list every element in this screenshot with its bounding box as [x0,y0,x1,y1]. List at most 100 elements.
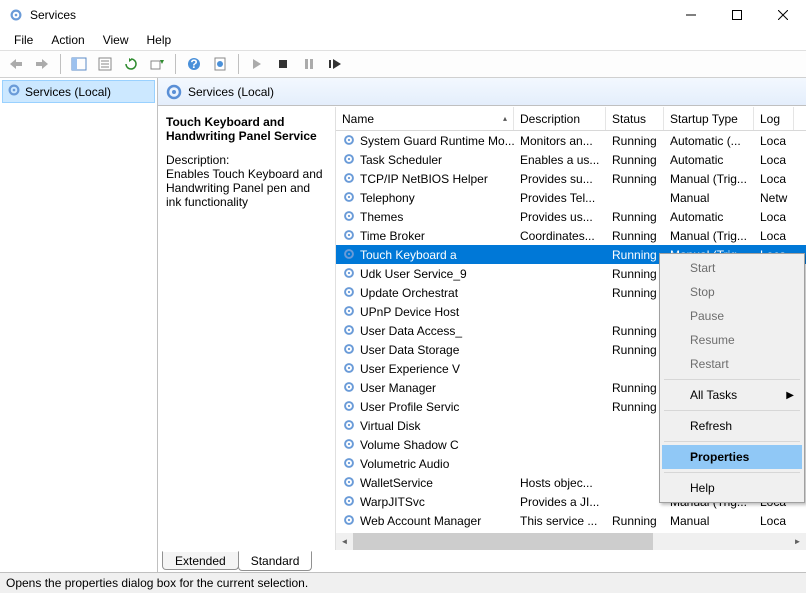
sort-asc-icon: ▴ [503,114,507,123]
description-text: Enables Touch Keyboard and Handwriting P… [166,167,325,209]
menubar: File Action View Help [0,30,806,50]
table-row[interactable]: Task SchedulerEnables a us...RunningAuto… [336,150,806,169]
minimize-button[interactable] [668,0,714,30]
service-desc-cell: Hosts objec... [514,476,606,490]
ctx-help[interactable]: Help [662,476,802,500]
content-area: Services (Local) Services (Local) Touch … [0,78,806,572]
service-name-cell: User Experience V [360,362,460,376]
service-name-cell: Touch Keyboard a [360,248,457,262]
column-description[interactable]: Description [514,107,606,130]
column-status[interactable]: Status [606,107,664,130]
service-name-cell: Task Scheduler [360,153,442,167]
refresh-button[interactable] [119,52,143,76]
table-row[interactable]: Web Account ManagerThis service ...Runni… [336,511,806,530]
horizontal-scrollbar[interactable]: ◄ ► [336,533,806,550]
ctx-separator [664,379,800,380]
panel-body: Touch Keyboard and Handwriting Panel Ser… [158,106,806,550]
pause-service-button[interactable] [297,52,321,76]
ctx-restart[interactable]: Restart [662,352,802,376]
ctx-separator [664,441,800,442]
ctx-separator [664,410,800,411]
table-row[interactable]: TelephonyProvides Tel...ManualNetw [336,188,806,207]
table-row[interactable]: Time BrokerCoordinates...RunningManual (… [336,226,806,245]
service-icon [342,399,358,415]
menu-file[interactable]: File [6,31,41,49]
column-log[interactable]: Log [754,107,794,130]
service-icon [342,190,358,206]
service-icon [342,361,358,377]
service-log-cell: Loca [754,153,794,167]
menu-view[interactable]: View [95,31,137,49]
service-log-cell: Loca [754,172,794,186]
start-service-button[interactable] [245,52,269,76]
table-row[interactable]: System Guard Runtime Mo...Monitors an...… [336,131,806,150]
maximize-button[interactable] [714,0,760,30]
service-type-cell: Automatic (... [664,134,754,148]
service-name-cell: Web Account Manager [360,514,481,528]
service-name-cell: User Manager [360,381,436,395]
details-panel: Services (Local) Touch Keyboard and Hand… [158,78,806,572]
properties-toolbar-button[interactable] [93,52,117,76]
service-desc-cell: Enables a us... [514,153,606,167]
ctx-pause[interactable]: Pause [662,304,802,328]
selected-service-name: Touch Keyboard and Handwriting Panel Ser… [166,115,325,143]
service-icon [342,304,358,320]
scroll-thumb[interactable] [353,533,653,550]
list-header: Name▴ Description Status Startup Type Lo… [336,107,806,131]
menu-help[interactable]: Help [139,31,180,49]
toolbar-separator [238,54,239,74]
service-type-cell: Manual (Trig... [664,229,754,243]
back-button[interactable] [4,52,28,76]
column-name[interactable]: Name▴ [336,107,514,130]
service-name-cell: Themes [360,210,403,224]
column-startup-type[interactable]: Startup Type [664,107,754,130]
service-icon [342,380,358,396]
service-icon [342,133,358,149]
stop-service-button[interactable] [271,52,295,76]
service-name-cell: TCP/IP NetBIOS Helper [360,172,488,186]
service-log-cell: Loca [754,229,794,243]
service-name-cell: User Data Storage [360,343,459,357]
ctx-separator [664,472,800,473]
ctx-all-tasks[interactable]: All Tasks▶ [662,383,802,407]
statusbar: Opens the properties dialog box for the … [0,572,806,593]
service-desc-cell: This service ... [514,514,606,528]
service-icon [342,437,358,453]
tab-extended[interactable]: Extended [162,551,239,570]
restart-service-button[interactable] [323,52,347,76]
export-button[interactable] [145,52,169,76]
tab-standard[interactable]: Standard [238,551,313,571]
service-icon [342,266,358,282]
window-controls [668,0,806,30]
service-status-cell: Running [606,210,664,224]
ctx-start[interactable]: Start [662,256,802,280]
panel-header: Services (Local) [158,78,806,106]
scroll-right-button[interactable]: ► [789,533,806,550]
service-name-cell: Update Orchestrat [360,286,458,300]
services-tree-icon [7,83,21,100]
tree-item-services-local[interactable]: Services (Local) [2,80,155,103]
ctx-refresh[interactable]: Refresh [662,414,802,438]
panel-header-title: Services (Local) [188,85,274,99]
menu-action[interactable]: Action [43,31,92,49]
ctx-stop[interactable]: Stop [662,280,802,304]
statusbar-text: Opens the properties dialog box for the … [6,576,308,590]
scroll-left-button[interactable]: ◄ [336,533,353,550]
help-button[interactable]: ? [182,52,206,76]
tree-item-label: Services (Local) [25,85,111,99]
toolbar-separator [60,54,61,74]
service-status-cell: Running [606,286,664,300]
table-row[interactable]: TCP/IP NetBIOS HelperProvides su...Runni… [336,169,806,188]
forward-button[interactable] [30,52,54,76]
ctx-resume[interactable]: Resume [662,328,802,352]
ctx-properties[interactable]: Properties [662,445,802,469]
help-doc-button[interactable] [208,52,232,76]
table-row[interactable]: ThemesProvides us...RunningAutomaticLoca [336,207,806,226]
service-icon [342,228,358,244]
service-status-cell: Running [606,381,664,395]
show-hide-tree-button[interactable] [67,52,91,76]
submenu-arrow-icon: ▶ [786,390,794,401]
services-list: Name▴ Description Status Startup Type Lo… [336,107,806,550]
close-button[interactable] [760,0,806,30]
services-app-icon [8,7,24,23]
